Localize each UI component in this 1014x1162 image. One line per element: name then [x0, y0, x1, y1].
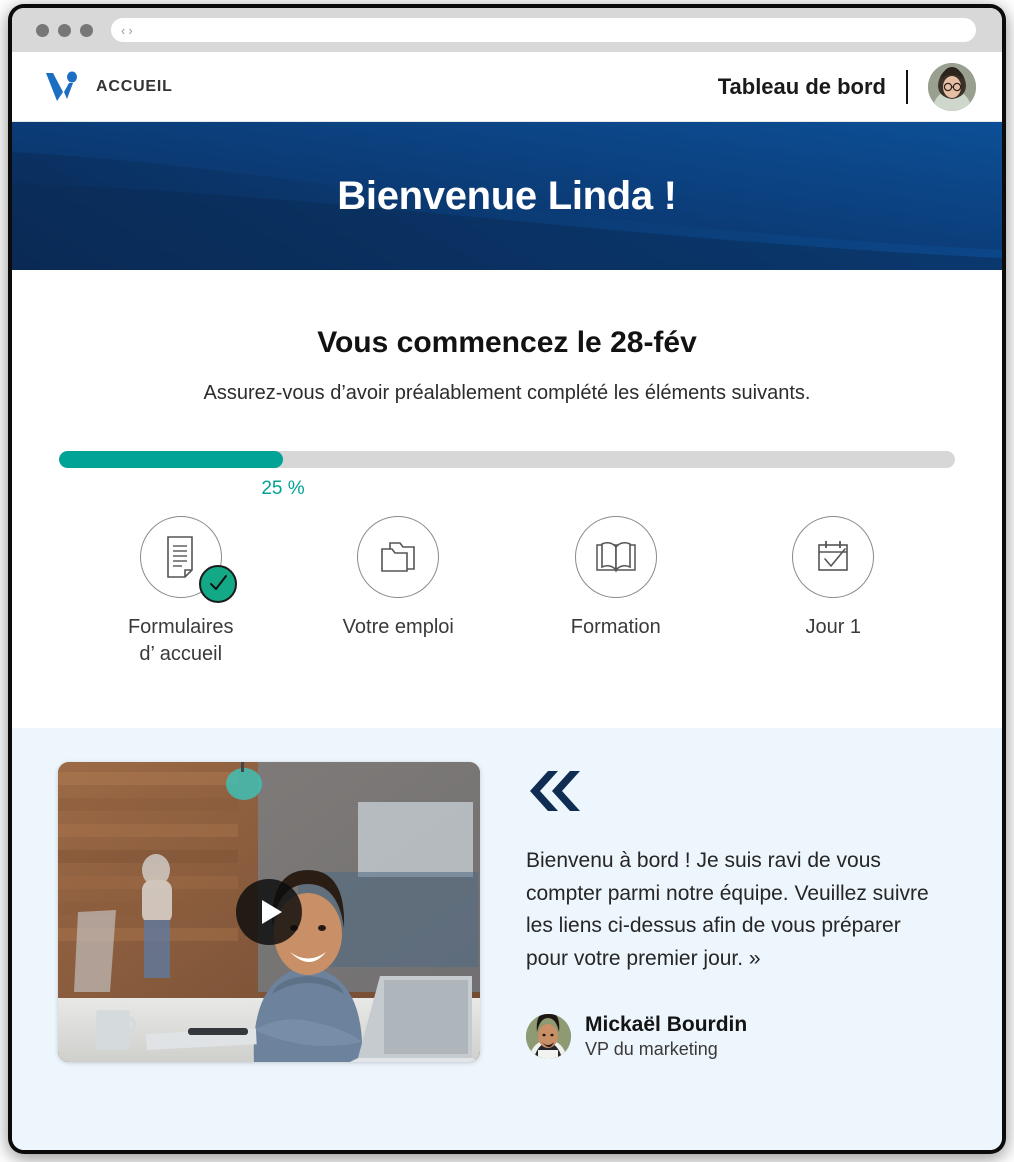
browser-window: ‹ › ACCUEIL Tableau de bord Bienvenue Li…: [8, 4, 1006, 1154]
minimize-window-button[interactable]: [58, 23, 71, 37]
check-icon: [209, 575, 227, 590]
progress-bar-fill: [59, 451, 283, 468]
welcome-title: Bienvenue Linda !: [337, 173, 677, 218]
step-item-job[interactable]: Votre emploi: [290, 516, 508, 668]
progress-bar-track: [59, 451, 955, 468]
author-info: Mickaël Bourdin VP du marketing: [585, 1013, 747, 1060]
user-avatar[interactable]: [928, 62, 976, 111]
step-label: Formation: [570, 616, 661, 638]
onboarding-section: Vous commencez le 28-fév Assurez-vous d’…: [12, 270, 1002, 728]
progress-percent-label: 25 %: [261, 478, 305, 499]
step-label: Jour 1: [805, 616, 862, 638]
hero-banner: Bienvenue Linda !: [12, 122, 1002, 270]
quote-column: Bienvenu à bord ! Je suis ravi de vous c…: [526, 762, 958, 1110]
play-icon: [261, 900, 282, 924]
header-divider: [906, 69, 908, 104]
user-avatar-image: [928, 62, 976, 111]
back-icon[interactable]: ‹: [121, 24, 125, 37]
step-completed-badge: [198, 565, 237, 603]
header-right-group: Tableau de bord: [717, 62, 976, 111]
brand-block[interactable]: ACCUEIL: [44, 70, 173, 104]
step-item-forms[interactable]: Formulaires d’ accueil: [72, 516, 290, 668]
step-circle: [357, 516, 440, 598]
document-icon: [166, 536, 193, 578]
brand-label: ACCUEIL: [96, 77, 173, 95]
forward-icon[interactable]: ›: [128, 24, 132, 37]
folders-icon: [381, 542, 416, 572]
welcome-quote-text: Bienvenu à bord ! Je suis ravi de vous c…: [526, 849, 929, 970]
author-name: Mickaël Bourdin: [585, 1013, 748, 1037]
book-icon: [596, 541, 636, 573]
browser-chrome-bar: ‹ ›: [12, 8, 1002, 52]
step-item-day-one[interactable]: Jour 1: [725, 516, 943, 668]
author-avatar-image: [526, 1014, 571, 1060]
steps-row: Formulaires d’ accueil Votre emploi Form…: [12, 478, 1002, 668]
page-title: Tableau de bord: [717, 73, 886, 99]
app-header: ACCUEIL Tableau de bord: [12, 52, 1002, 122]
start-subheading: Assurez-vous d’avoir préalablement compl…: [203, 382, 811, 404]
window-traffic-lights: [36, 23, 93, 37]
step-label: Votre emploi: [342, 616, 454, 638]
step-circle: [574, 516, 657, 598]
address-bar[interactable]: ‹ ›: [111, 18, 976, 42]
welcome-video-thumbnail[interactable]: [58, 762, 480, 1062]
step-item-training[interactable]: Formation: [507, 516, 725, 668]
progress-section: 25 %: [12, 451, 1002, 499]
browser-window-content: ‹ › ACCUEIL Tableau de bord Bienvenue Li…: [12, 8, 1002, 1150]
double-chevron-quote-icon: [530, 771, 580, 811]
step-circle: [139, 516, 237, 603]
calendar-check-icon: [818, 541, 849, 571]
author-avatar: [526, 1014, 571, 1060]
quote-author: Mickaël Bourdin VP du marketing: [526, 1013, 958, 1060]
quote-mark: [526, 770, 958, 817]
close-window-button[interactable]: [36, 23, 49, 37]
author-role: VP du marketing: [585, 1039, 718, 1060]
play-button[interactable]: [236, 879, 302, 945]
welcome-message-section: Bienvenu à bord ! Je suis ravi de vous c…: [12, 728, 1002, 1150]
maximize-window-button[interactable]: [80, 23, 93, 37]
v-logo-icon: [46, 71, 77, 101]
step-label: Formulaires d’ accueil: [127, 616, 234, 665]
start-date-heading: Vous commencez le 28-fév: [317, 326, 697, 359]
browser-nav-controls: ‹ ›: [121, 24, 133, 37]
step-circle: [792, 516, 875, 598]
